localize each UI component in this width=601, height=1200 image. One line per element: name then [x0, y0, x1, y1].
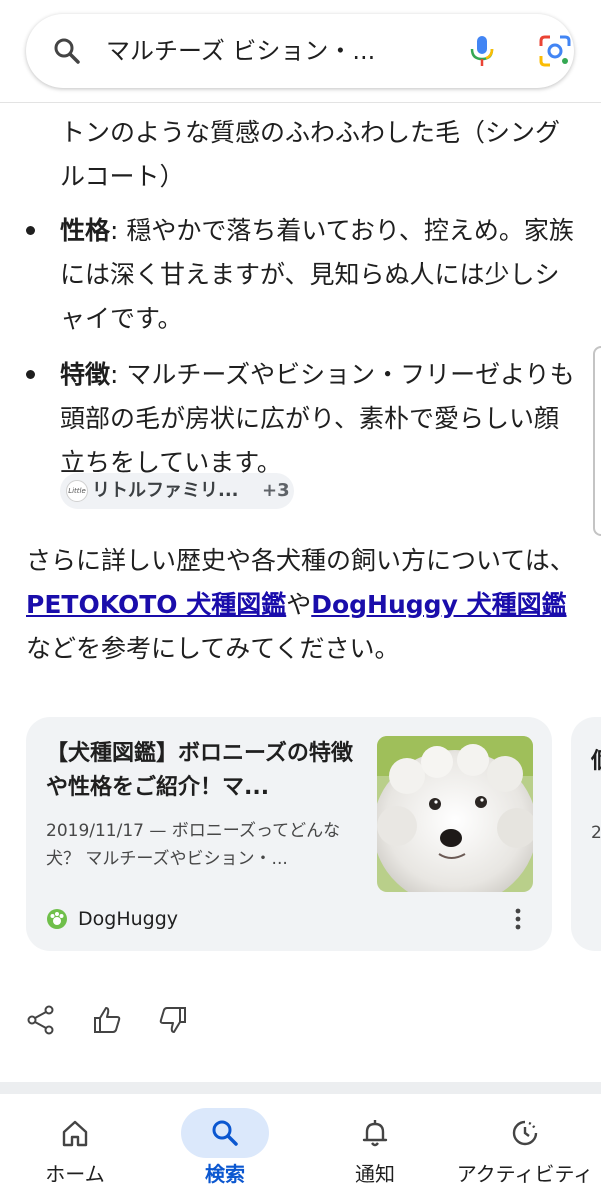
bullet-text: : マルチーズやビション・フリーゼよりも頭部の毛が房状に広がり、素朴で愛らしい顔… [60, 360, 575, 477]
bullet-dot [26, 370, 35, 379]
link-doghuggy[interactable]: DogHuggy 犬種図鑑 [311, 590, 566, 619]
result-title[interactable]: 個 [591, 743, 601, 775]
source-logo: Little [66, 480, 88, 502]
bullet-personality: 性格: 穏やかで落ち着いており、控えめ。家族には深く甘えますが、見知らぬ人には少… [26, 209, 580, 341]
search-query[interactable]: マルチーズ ビション・... [106, 34, 426, 68]
bell-icon [331, 1108, 419, 1158]
nav-search[interactable]: 検索 [150, 1094, 300, 1200]
google-lens-icon[interactable] [538, 34, 572, 68]
doghuggy-favicon-icon [46, 908, 68, 930]
bottom-navigation: ホーム 検索 通知 アクティビティ [0, 1094, 601, 1200]
activity-icon [481, 1108, 569, 1158]
nav-label: 検索 [205, 1162, 245, 1186]
result-thumbnail[interactable] [377, 736, 533, 892]
final-suffix: などを参考にしてみてください。 [26, 634, 400, 663]
nav-label: 通知 [355, 1162, 395, 1186]
nav-activity[interactable]: アクティビティ [450, 1094, 600, 1200]
bullet-dot [26, 226, 35, 235]
bullet-text: : 穏やかで落ち着いており、控えめ。家族には深く甘えますが、見知らぬ人には少しシ… [60, 216, 574, 333]
bullet-features: 特徴: マルチーズやビション・フリーゼよりも頭部の毛が房状に広がり、素朴で愛らし… [26, 353, 580, 485]
search-bar[interactable]: マルチーズ ビション・... [26, 14, 574, 88]
nav-notifications[interactable]: 通知 [300, 1094, 450, 1200]
home-icon [31, 1108, 119, 1158]
result-card-next[interactable]: 個 2 ー [571, 717, 601, 951]
nav-home[interactable]: ホーム [0, 1094, 150, 1200]
result-source-name[interactable]: DogHuggy [78, 905, 178, 933]
result-snippet: 2019/11/17 — ボロニーズってどんな犬？ マルチーズやビション・... [46, 821, 341, 869]
final-prefix: さらに詳しい歴史や各犬種の飼い方については、 [26, 546, 575, 575]
scroll-handle[interactable] [593, 346, 601, 536]
source-name: リトルファミリ... [92, 480, 239, 501]
source-chip[interactable]: Little リトルファミリ... +3 [60, 473, 294, 509]
result-snippet: 2 ー [591, 823, 601, 843]
answer-continuation: トンのような質感のふわふわした毛（シングルコート） [60, 118, 561, 191]
search-icon [181, 1108, 269, 1158]
more-options-icon[interactable] [512, 907, 524, 931]
microphone-icon[interactable] [466, 34, 498, 68]
nav-label: アクティビティ [456, 1162, 594, 1186]
nav-label: ホーム [45, 1162, 105, 1186]
thumbs-up-icon[interactable] [92, 1004, 122, 1036]
bullet-label: 特徴 [60, 360, 111, 389]
share-icon[interactable] [26, 1004, 56, 1036]
source-more-count: +3 [262, 480, 290, 501]
bullet-label: 性格 [60, 216, 111, 245]
nav-divider [0, 1082, 601, 1094]
thumbs-down-icon[interactable] [158, 1004, 188, 1036]
header-divider [0, 102, 601, 103]
search-icon [52, 36, 82, 66]
result-title[interactable]: 【犬種図鑑】ボロニーズの特徴や性格をご紹介！マ... [46, 737, 364, 805]
result-card[interactable]: 【犬種図鑑】ボロニーズの特徴や性格をご紹介！マ... 2019/11/17 — … [26, 717, 552, 951]
final-middle: や [286, 590, 312, 619]
answer-final-paragraph: さらに詳しい歴史や各犬種の飼い方については、 PETOKOTO 犬種図鑑やDogH… [26, 539, 586, 671]
link-petokoto[interactable]: PETOKOTO 犬種図鑑 [26, 590, 286, 619]
